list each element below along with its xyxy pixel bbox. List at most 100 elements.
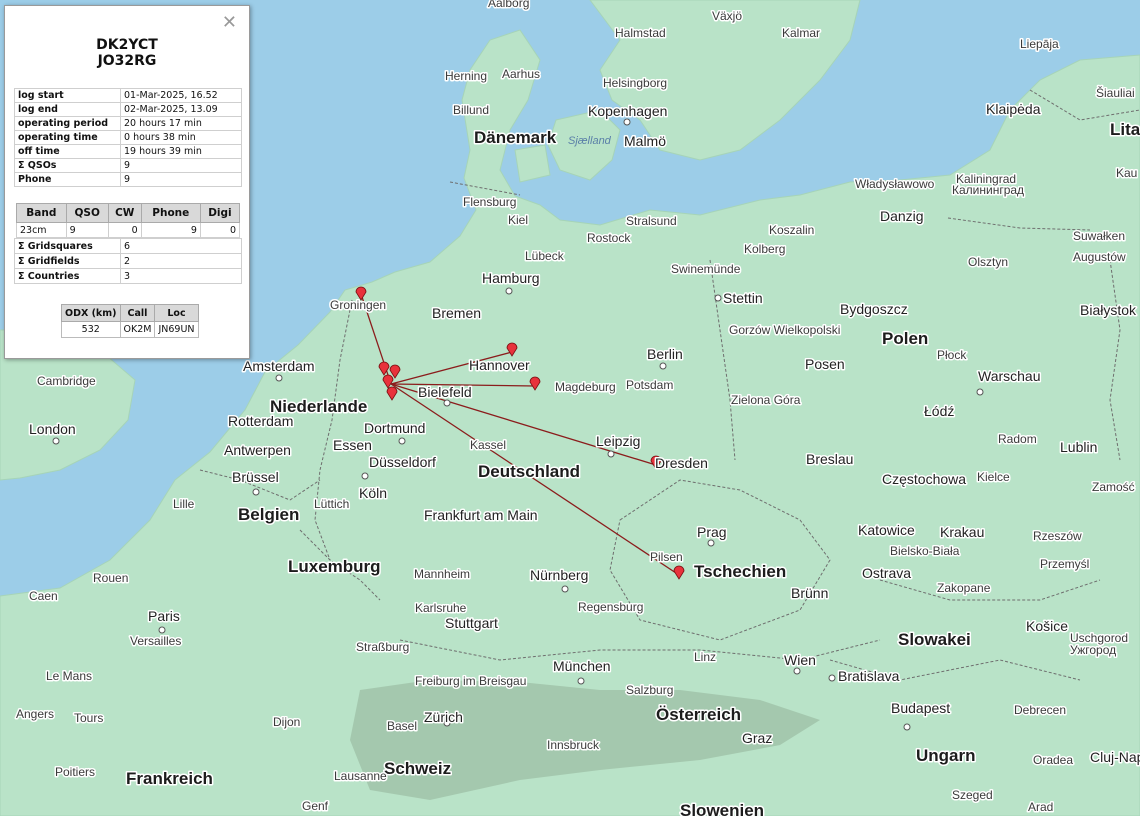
- label-city: Halmstad: [615, 26, 666, 40]
- label-country: Deutschland: [478, 462, 580, 481]
- label-city: Gorzów Wielkopolski: [729, 323, 840, 337]
- cell-phone: 9: [140, 222, 201, 238]
- label-city: Straßburg: [356, 640, 409, 654]
- label-country: Belgien: [238, 505, 299, 524]
- col-header: QSO: [65, 203, 109, 223]
- table-row: operating period 20 hours 17 min: [14, 116, 242, 131]
- label-city: Ужгород: [1070, 643, 1116, 657]
- label-city: Potsdam: [626, 378, 673, 392]
- stat-key: Σ QSOs: [14, 158, 121, 173]
- label-city: Kiel: [508, 213, 528, 227]
- stat-key: log end: [14, 102, 121, 117]
- label-city: Innsbruck: [547, 738, 600, 752]
- label-city: Klaipėda: [986, 101, 1041, 117]
- label-city: Rouen: [93, 571, 128, 585]
- label-city: Genf: [302, 799, 329, 813]
- label-city: Danzig: [880, 208, 924, 224]
- label-country: Schweiz: [384, 759, 451, 778]
- table-row: Σ Countries 3: [14, 268, 242, 284]
- close-icon[interactable]: ✕: [222, 14, 237, 32]
- label-city: Pilsen: [650, 550, 683, 564]
- label-city: Szeged: [952, 788, 993, 802]
- label-region: Sjælland: [568, 135, 612, 147]
- label-city: Radom: [998, 432, 1037, 446]
- label-city: Paris: [148, 608, 180, 624]
- label-city: Caen: [29, 589, 58, 603]
- label-city: Le Mans: [46, 669, 92, 683]
- label-city: Düsseldorf: [369, 454, 436, 470]
- col-header: Band: [16, 203, 67, 223]
- label-city: London: [29, 421, 76, 437]
- label-city: Poitiers: [55, 765, 95, 779]
- label-city: Groningen: [330, 298, 386, 312]
- label-city: Stralsund: [626, 214, 677, 228]
- label-city: Oradea: [1033, 753, 1073, 767]
- label-city: Dijon: [273, 715, 300, 729]
- stat-key: operating period: [14, 116, 121, 131]
- stat-key: Σ Countries: [14, 268, 121, 284]
- label-city: Lille: [173, 497, 195, 511]
- band-table: Band QSO CW Phone Digi 23cm 9 0 9 0: [16, 203, 241, 238]
- info-panel: ✕ DK2YCT JO32RG log start 01-Mar-2025, 16…: [4, 5, 250, 359]
- label-city: Dresden: [655, 455, 708, 471]
- label-city: Zielona Góra: [731, 393, 801, 407]
- label-city: Ostrava: [862, 565, 911, 581]
- col-header: Call: [119, 304, 156, 322]
- stat-key: Σ Gridfields: [14, 253, 121, 269]
- cell-band: 23cm: [16, 222, 67, 238]
- table-row: Σ Gridfields 2: [14, 253, 242, 269]
- odx-locator: JN69UN: [154, 321, 199, 338]
- label-city: Brüssel: [232, 469, 279, 485]
- label-city: Košice: [1026, 618, 1068, 634]
- stat-value: 02-Mar-2025, 13.09: [120, 102, 242, 117]
- label-city: Frankfurt am Main: [424, 507, 538, 523]
- label-city: Częstochowa: [882, 471, 966, 487]
- label-city: Billund: [453, 103, 489, 117]
- stat-value: 3: [120, 268, 242, 284]
- label-city: Angers: [16, 707, 54, 721]
- label-city: Płock: [937, 348, 967, 362]
- label-city: Aalborg: [488, 0, 529, 10]
- stat-key: off time: [14, 144, 121, 159]
- grid-stats-table: Σ Gridsquares 6 Σ Gridfields 2 Σ Countries…: [14, 238, 242, 284]
- col-header: CW: [107, 203, 142, 223]
- label-city: Bremen: [432, 305, 481, 321]
- label-city: Kopenhagen: [588, 103, 667, 119]
- label-city: Essen: [333, 437, 372, 453]
- table-row: Σ Gridsquares 6: [14, 238, 242, 254]
- label-country: Slowenien: [680, 801, 764, 816]
- stat-value: 9: [120, 172, 242, 187]
- label-city: Olsztyn: [968, 255, 1008, 269]
- stat-value: 20 hours 17 min: [120, 116, 242, 131]
- label-country: Lita: [1110, 120, 1140, 139]
- col-header: Digi: [199, 203, 241, 223]
- stat-key: operating time: [14, 130, 121, 145]
- label-city: Bratislava: [838, 668, 900, 684]
- station-call: DK2YCT: [96, 37, 158, 53]
- label-city: Калининград: [952, 183, 1024, 197]
- label-city: Rzeszów: [1033, 529, 1082, 543]
- odx-call: OK2M: [119, 321, 156, 338]
- label-city: Koszalin: [769, 223, 814, 237]
- label-city: Hamburg: [482, 270, 540, 286]
- label-city: Leipzig: [596, 433, 640, 449]
- stat-value: 6: [120, 238, 242, 254]
- label-city: Krakau: [940, 524, 984, 540]
- label-city: Lüttich: [314, 497, 349, 511]
- label-city: Berlin: [647, 346, 683, 362]
- label-country: Slowakei: [898, 630, 971, 649]
- label-country: Luxemburg: [288, 557, 381, 576]
- stats-table: log start 01-Mar-2025, 16.52 log end 02-Ma…: [14, 88, 242, 187]
- label-city: Zürich: [424, 709, 463, 725]
- label-city: Karlsruhe: [415, 601, 467, 615]
- table-header-row: ODX (km) Call Loc: [61, 304, 199, 322]
- label-country: Tschechien: [694, 562, 786, 581]
- land-funen: [514, 144, 551, 183]
- label-city: Flensburg: [463, 195, 516, 209]
- label-city: Arad: [1028, 800, 1053, 814]
- label-country: Polen: [882, 329, 928, 348]
- label-city: Helsingborg: [603, 76, 667, 90]
- label-city: Herning: [445, 69, 487, 83]
- label-city: Łódź: [924, 403, 954, 419]
- label-city: Kielce: [977, 470, 1010, 484]
